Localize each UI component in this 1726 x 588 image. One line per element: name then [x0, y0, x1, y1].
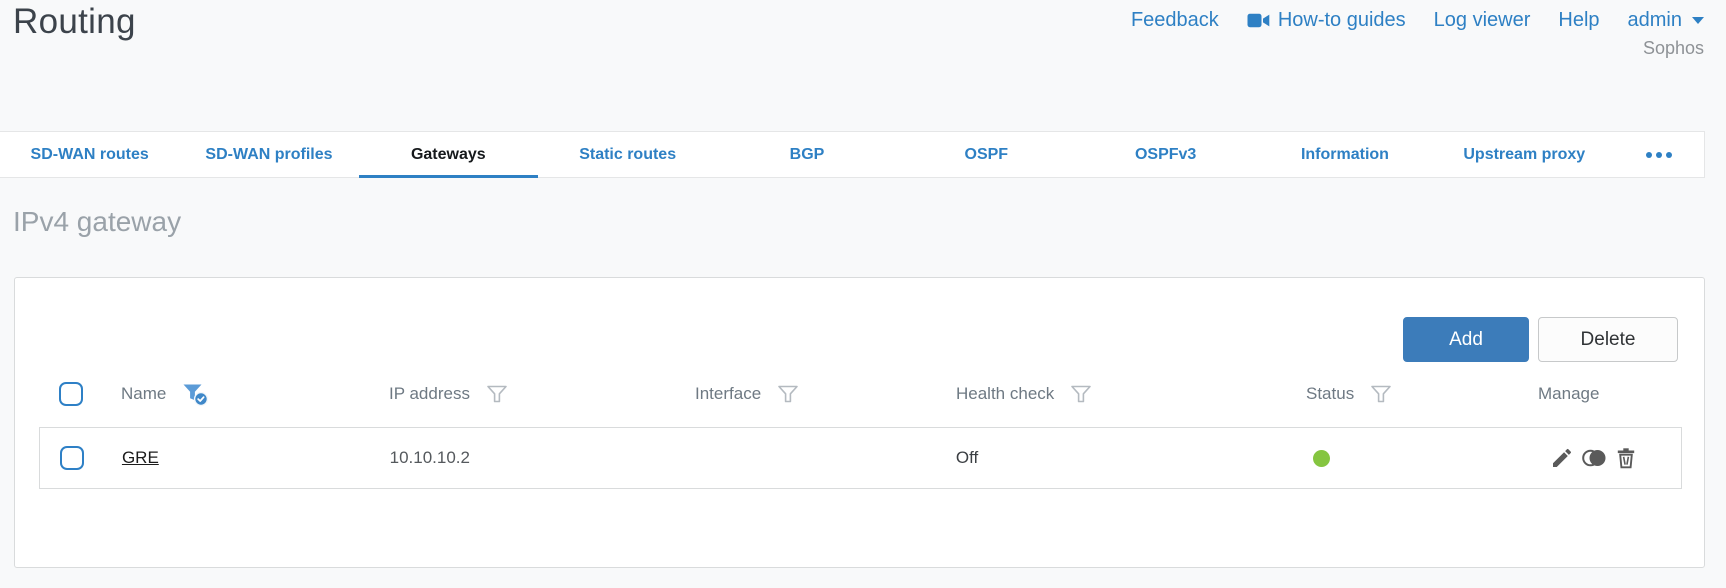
tab-ospfv3[interactable]: OSPFv3: [1076, 132, 1255, 177]
video-camera-icon: [1247, 13, 1270, 28]
user-menu[interactable]: admin: [1628, 9, 1704, 32]
column-header-status: Status: [1306, 384, 1355, 403]
help-link[interactable]: Help: [1558, 9, 1599, 32]
howto-guides-label: How-to guides: [1277, 9, 1406, 31]
log-viewer-label: Log viewer: [1433, 9, 1531, 31]
select-all-checkbox[interactable]: [59, 382, 83, 406]
gateway-name-link[interactable]: GRE: [122, 448, 159, 468]
table-row: GRE 10.10.10.2 Off: [39, 427, 1682, 489]
howto-guides-link[interactable]: How-to guides: [1247, 9, 1406, 32]
edit-pencil-icon[interactable]: [1550, 446, 1574, 470]
log-viewer-link[interactable]: Log viewer: [1434, 9, 1531, 32]
feedback-link[interactable]: Feedback: [1131, 9, 1219, 32]
column-header-name: Name: [121, 384, 167, 403]
help-label: Help: [1558, 9, 1600, 31]
header-links: Feedback How-to guides Log viewer Help a…: [1131, 9, 1704, 32]
status-filter-icon[interactable]: [1370, 383, 1392, 405]
delete-trash-icon[interactable]: [1614, 446, 1638, 470]
section-heading: IPv4 gateway: [13, 206, 182, 237]
tab-information[interactable]: Information: [1255, 132, 1434, 177]
status-indicator-green: [1313, 449, 1331, 467]
gateway-health-check: Off: [955, 448, 979, 467]
add-button[interactable]: Add: [1403, 317, 1529, 362]
more-tabs-ellipsis-icon[interactable]: [1614, 132, 1704, 177]
tab-bar: SD-WAN routes SD-WAN profiles Gateways S…: [0, 131, 1705, 178]
table-header: Name IP address Interface Health check S…: [39, 374, 1682, 414]
column-header-interface: Interface: [695, 384, 762, 403]
gateway-card: Add Delete Name IP address Interface Hea…: [14, 277, 1705, 568]
feedback-link-label: Feedback: [1130, 9, 1219, 31]
tab-ospf[interactable]: OSPF: [897, 132, 1076, 177]
toolbar: Add Delete: [1403, 317, 1678, 362]
column-header-health-check: Health check: [956, 384, 1055, 403]
tab-gateways[interactable]: Gateways: [358, 132, 539, 178]
chevron-down-icon: [1692, 17, 1704, 24]
health-check-filter-icon[interactable]: [1070, 383, 1092, 405]
tab-static-routes[interactable]: Static routes: [538, 132, 717, 177]
column-header-ip-address: IP address: [389, 384, 470, 403]
row-checkbox[interactable]: [60, 446, 84, 470]
interface-filter-icon[interactable]: [777, 383, 799, 405]
delete-button[interactable]: Delete: [1538, 317, 1678, 362]
user-menu-label: admin: [1627, 9, 1682, 31]
gateway-ip-address: 10.10.10.2: [389, 448, 470, 467]
tab-sd-wan-routes[interactable]: SD-WAN routes: [0, 132, 179, 177]
ip-address-filter-icon[interactable]: [486, 383, 508, 405]
manage-actions: [1550, 446, 1638, 470]
name-filter-active-icon[interactable]: [182, 382, 209, 407]
column-header-manage: Manage: [1538, 384, 1600, 403]
tab-bgp[interactable]: BGP: [717, 132, 896, 177]
clone-icon[interactable]: [1581, 446, 1607, 470]
tab-upstream-proxy[interactable]: Upstream proxy: [1435, 132, 1614, 177]
tab-sd-wan-profiles[interactable]: SD-WAN profiles: [179, 132, 358, 177]
page-title: Routing: [13, 2, 136, 41]
brand-label: Sophos: [1642, 38, 1704, 58]
